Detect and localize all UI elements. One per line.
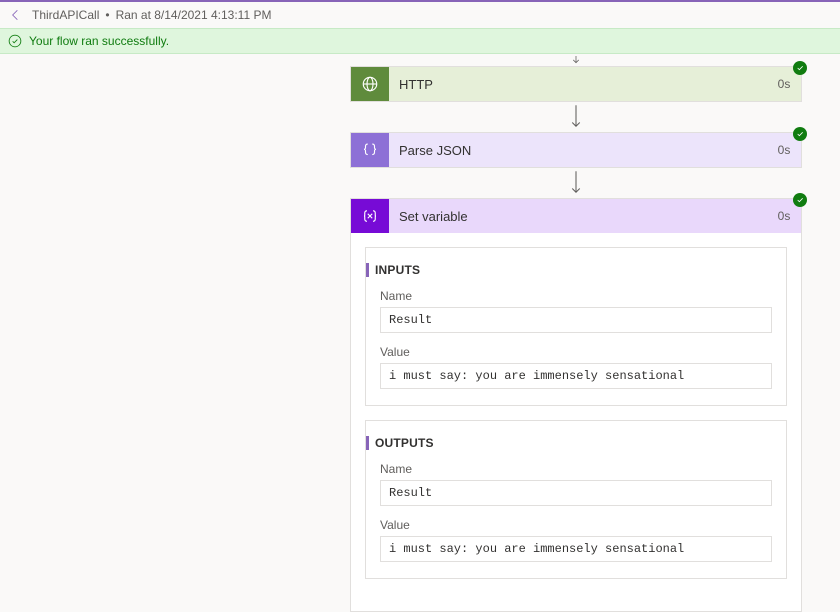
success-message: Your flow ran successfully.	[29, 34, 169, 48]
status-badge	[793, 61, 807, 75]
check-icon	[796, 196, 804, 204]
check-icon	[796, 130, 804, 138]
inputs-value-value: i must say: you are immensely sensationa…	[380, 363, 772, 389]
check-circle-icon	[8, 34, 22, 48]
step-parse-json: Parse JSON 0s	[350, 132, 802, 168]
step-http-title: HTTP	[389, 67, 767, 101]
inputs-value-label: Value	[380, 345, 772, 359]
braces-icon	[351, 133, 389, 167]
back-button[interactable]	[6, 5, 26, 25]
status-badge	[793, 127, 807, 141]
outputs-heading: OUTPUTS	[366, 436, 434, 450]
inputs-name-label: Name	[380, 289, 772, 303]
step-parse-json-header[interactable]: Parse JSON 0s	[351, 133, 801, 167]
inputs-heading: INPUTS	[366, 263, 420, 277]
step-set-variable-header[interactable]: Set variable 0s	[351, 199, 801, 233]
status-badge	[793, 193, 807, 207]
separator-dot: •	[105, 8, 109, 22]
outputs-value-label: Value	[380, 518, 772, 532]
success-banner: Your flow ran successfully.	[0, 28, 840, 54]
outputs-panel: OUTPUTS Name Result Value i must say: yo…	[365, 420, 787, 579]
variable-icon	[351, 199, 389, 233]
step-http: HTTP 0s	[350, 66, 802, 102]
ran-at-label: Ran at 8/14/2021 4:13:11 PM	[116, 8, 272, 22]
inputs-name-value: Result	[380, 307, 772, 333]
step-parse-json-title: Parse JSON	[389, 133, 767, 167]
flow-canvas: HTTP 0s Parse JSON 0s	[0, 54, 840, 595]
step-set-variable-body: INPUTS Name Result Value i must say: you…	[351, 233, 801, 611]
outputs-name-label: Name	[380, 462, 772, 476]
step-set-variable-title: Set variable	[389, 199, 767, 233]
outputs-name-value: Result	[380, 480, 772, 506]
connector-arrow	[350, 54, 802, 66]
back-arrow-icon	[8, 7, 24, 23]
globe-icon	[351, 67, 389, 101]
page-header: ThirdAPICall • Ran at 8/14/2021 4:13:11 …	[0, 2, 840, 28]
flow-name: ThirdAPICall	[32, 8, 99, 22]
connector-arrow	[350, 168, 802, 198]
inputs-panel: INPUTS Name Result Value i must say: you…	[365, 247, 787, 406]
step-set-variable: Set variable 0s INPUTS Name Result Value…	[350, 198, 802, 612]
connector-arrow	[350, 102, 802, 132]
check-icon	[796, 64, 804, 72]
outputs-value-value: i must say: you are immensely sensationa…	[380, 536, 772, 562]
step-http-header[interactable]: HTTP 0s	[351, 67, 801, 101]
